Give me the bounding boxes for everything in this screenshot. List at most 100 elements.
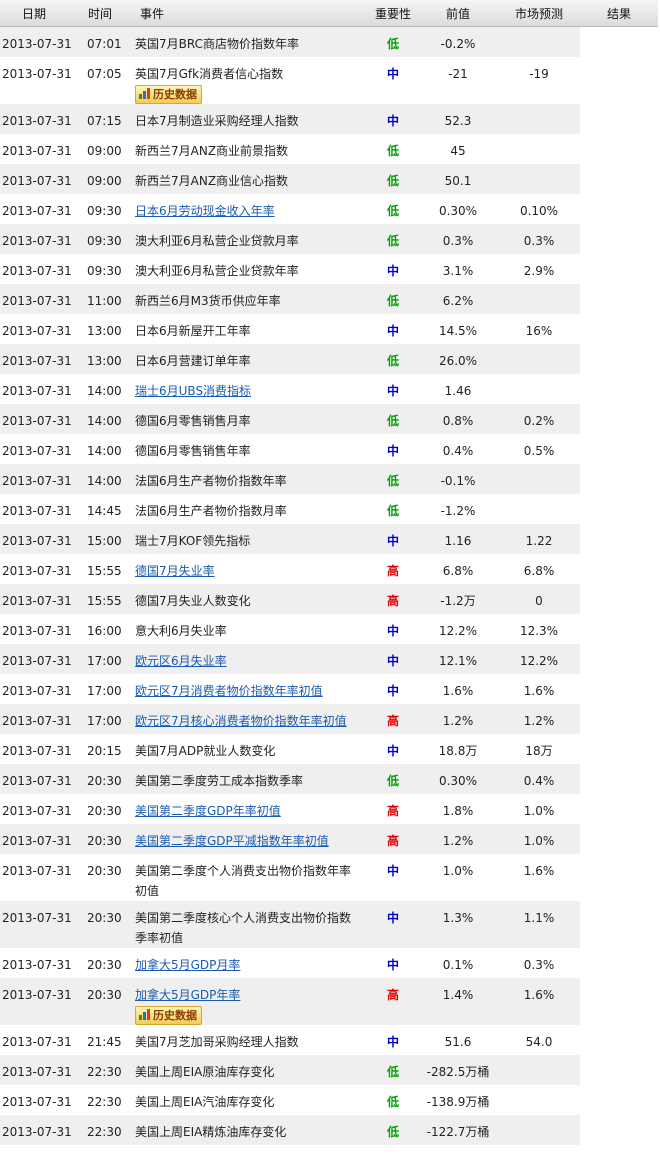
importance-badge: 低	[386, 353, 399, 368]
importance-badge: 中	[386, 443, 399, 458]
importance-badge: 高	[386, 563, 399, 578]
row-event: 加拿大5月GDP月率	[134, 948, 368, 978]
event-link[interactable]: 德国7月失业率	[135, 564, 215, 578]
row-previous: 45	[450, 143, 466, 158]
event-link[interactable]: 欧元区7月核心消费者物价指数年率初值	[135, 714, 347, 728]
row-forecast: -19	[529, 66, 549, 81]
table-row: 2013-07-31 20:30 加拿大5月GDP月率 中 0.1% 0.3%	[0, 948, 658, 978]
row-date: 2013-07-31	[2, 743, 72, 758]
row-previous: 1.6%	[442, 683, 474, 698]
row-forecast: 1.6%	[523, 863, 555, 878]
row-result	[580, 1025, 658, 1055]
event-link[interactable]: 欧元区6月失业率	[135, 654, 227, 668]
row-result	[580, 978, 658, 1025]
row-importance: 中	[368, 434, 418, 464]
header-forecast: 市场预测	[498, 0, 580, 27]
row-result	[580, 901, 658, 948]
table-row: 2013-07-31 20:30 美国第二季度劳工成本指数季率 低 0.30% 0.4%	[0, 763, 658, 794]
row-date: 2013-07-31	[2, 1034, 72, 1049]
event-name: 意大利6月失业率	[135, 623, 227, 638]
row-importance: 高	[368, 794, 418, 824]
row-previous: -21	[448, 66, 468, 81]
header-event: 事件	[134, 0, 368, 27]
importance-badge: 低	[386, 173, 399, 188]
row-importance: 低	[368, 343, 418, 374]
history-data-button[interactable]: 历史数据	[135, 84, 202, 104]
row-previous: 51.6	[444, 1034, 472, 1049]
event-link[interactable]: 加拿大5月GDP年率	[135, 988, 240, 1002]
event-link[interactable]: 美国第二季度GDP年率初值	[135, 804, 281, 818]
row-event: 美国7月芝加哥采购经理人指数	[134, 1025, 368, 1055]
event-name: 美国7月ADP就业人数变化	[135, 743, 276, 758]
event-link[interactable]: 加拿大5月GDP月率	[135, 958, 240, 972]
table-row: 2013-07-31 20:30 加拿大5月GDP年率 历史数据 高 1.4% 1.6%	[0, 977, 658, 1025]
row-time: 15:55	[87, 563, 122, 578]
event-name: 英国7月Gfk消费者信心指数	[135, 66, 284, 81]
row-importance: 低	[368, 134, 418, 164]
importance-badge: 中	[386, 623, 399, 638]
history-data-label: 历史数据	[153, 87, 197, 101]
row-importance: 低	[368, 163, 418, 194]
table-row: 2013-07-31 20:15 美国7月ADP就业人数变化 中 18.8万 18万	[0, 734, 658, 764]
row-event: 美国上周EIA精炼油库存变化	[134, 1114, 368, 1145]
row-time: 20:30	[87, 957, 122, 972]
row-event: 欧元区7月消费者物价指数年率初值	[134, 674, 368, 704]
row-time: 17:00	[84, 643, 134, 674]
table-row: 2013-07-31 07:05 英国7月Gfk消费者信心指数 历史数据 中 -21 -19	[0, 57, 658, 104]
event-name: 日本6月营建订单年率	[135, 353, 251, 368]
row-forecast	[498, 283, 580, 314]
row-time: 15:00	[84, 523, 134, 554]
row-importance: 中	[368, 523, 418, 554]
row-result	[580, 764, 658, 794]
row-previous: 12.2%	[438, 623, 478, 638]
row-previous: 1.16	[418, 523, 498, 554]
table-row: 2013-07-31 14:45 法国6月生产者物价指数月率 低 -1.2%	[0, 494, 658, 524]
row-date: 2013-07-31	[2, 803, 72, 818]
row-time: 09:30	[87, 263, 122, 278]
row-event: 德国6月零售销售年率	[134, 434, 368, 464]
row-event: 美国上周EIA汽油库存变化	[134, 1085, 368, 1115]
history-data-button[interactable]: 历史数据	[135, 1005, 202, 1025]
row-time: 09:30	[87, 203, 122, 218]
event-name: 法国6月生产者物价指数月率	[135, 503, 287, 518]
row-result	[580, 1085, 658, 1115]
event-name: 德国6月零售销售年率	[135, 443, 251, 458]
row-forecast	[498, 26, 580, 57]
row-time: 20:15	[87, 743, 122, 758]
row-forecast	[498, 134, 580, 164]
importance-badge: 低	[386, 473, 399, 488]
importance-badge: 中	[386, 653, 399, 668]
event-name: 瑞士7月KOF领先指标	[135, 533, 251, 548]
row-result	[580, 734, 658, 764]
row-result	[580, 854, 658, 901]
table-row: 2013-07-31 14:00 德国6月零售销售月率 低 0.8% 0.2%	[0, 403, 658, 434]
row-forecast: 2.9%	[523, 263, 555, 278]
row-forecast: 0.5%	[523, 443, 555, 458]
table-row: 2013-07-31 20:30 美国第二季度GDP年率初值 高 1.8% 1.0%	[0, 794, 658, 824]
table-row: 2013-07-31 17:00 欧元区6月失业率 中 12.1% 12.2%	[0, 643, 658, 674]
row-forecast	[498, 463, 580, 494]
importance-badge: 中	[386, 323, 399, 338]
row-time: 14:00	[84, 403, 134, 434]
row-result	[580, 254, 658, 284]
event-link[interactable]: 日本6月劳动现金收入年率	[135, 204, 275, 218]
table-row: 2013-07-31 13:00 日本6月新屋开工年率 中 14.5% 16%	[0, 314, 658, 344]
row-forecast: 0.10%	[519, 203, 559, 218]
row-result	[580, 194, 658, 224]
row-importance: 中	[368, 674, 418, 704]
row-forecast: 12.2%	[498, 643, 580, 674]
importance-badge: 中	[386, 263, 399, 278]
row-time: 13:00	[84, 343, 134, 374]
table-row: 2013-07-31 17:00 欧元区7月核心消费者物价指数年率初值 高 1.2% 1.…	[0, 703, 658, 734]
table-row: 2013-07-31 20:30 美国第二季度GDP平减指数年率初值 高 1.2% 1.0…	[0, 823, 658, 854]
row-date: 2013-07-31	[0, 103, 84, 134]
row-time: 20:30	[87, 803, 122, 818]
row-time: 14:45	[87, 503, 122, 518]
event-link[interactable]: 欧元区7月消费者物价指数年率初值	[135, 684, 323, 698]
bar-chart-icon	[139, 87, 150, 99]
row-result	[580, 824, 658, 854]
event-link[interactable]: 瑞士6月UBS消费指标	[135, 384, 251, 398]
importance-badge: 低	[386, 293, 399, 308]
row-previous: 3.1%	[442, 263, 474, 278]
event-link[interactable]: 美国第二季度GDP平减指数年率初值	[135, 834, 329, 848]
